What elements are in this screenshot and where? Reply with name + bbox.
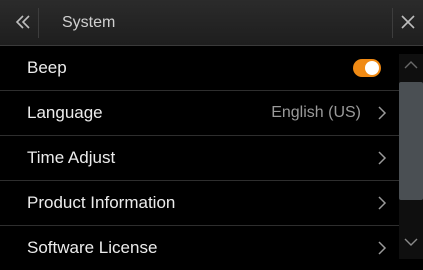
toggle-knob (365, 61, 379, 75)
chevron-right-icon (377, 195, 387, 211)
row-beep[interactable]: Beep (0, 46, 399, 91)
back-button[interactable] (8, 8, 39, 38)
beep-toggle[interactable] (353, 59, 381, 77)
scrollbar-thumb[interactable] (399, 82, 423, 200)
row-value: English (US) (271, 104, 361, 121)
chevron-up-icon (404, 57, 418, 75)
close-button[interactable] (392, 8, 423, 38)
chevron-down-icon (404, 234, 418, 252)
settings-list: Beep Language English (US) Time Adjust P… (0, 46, 399, 259)
scroll-down-button[interactable] (399, 231, 423, 255)
double-chevron-left-icon (15, 10, 31, 36)
close-icon (401, 12, 415, 35)
header-bar: System (0, 0, 423, 46)
row-software-license[interactable]: Software License (0, 226, 399, 270)
row-language[interactable]: Language English (US) (0, 91, 399, 136)
row-product-information[interactable]: Product Information (0, 181, 399, 226)
row-time-adjust[interactable]: Time Adjust (0, 136, 399, 181)
row-label: Beep (27, 58, 67, 77)
row-label: Product Information (27, 193, 176, 212)
scroll-up-button[interactable] (399, 54, 423, 78)
chevron-right-icon (377, 105, 387, 121)
page-title: System (62, 14, 116, 31)
row-label: Time Adjust (27, 148, 116, 167)
chevron-right-icon (377, 240, 387, 256)
row-label: Software License (27, 238, 158, 257)
chevron-right-icon (377, 150, 387, 166)
row-label: Language (27, 103, 103, 122)
